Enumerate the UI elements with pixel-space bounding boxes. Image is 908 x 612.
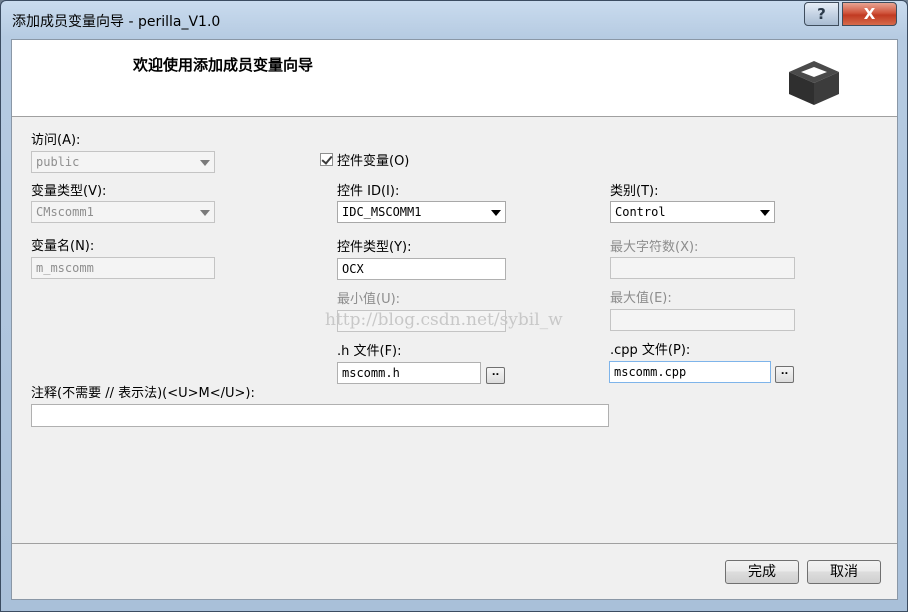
window-title: 添加成员变量向导 - perilla_V1.0 <box>12 14 221 30</box>
var-type-label: 变量类型(V): <box>31 184 107 199</box>
max-value-label: 最大值(E): <box>610 291 672 306</box>
cpp-file-browse-button[interactable]: .. <box>775 366 794 383</box>
comment-input[interactable] <box>31 404 609 427</box>
cpp-file-label: .cpp 文件(P): <box>610 343 691 358</box>
cpp-file-input[interactable]: mscomm.cpp <box>609 361 771 383</box>
max-chars-input[interactable] <box>610 257 795 279</box>
var-type-value: CMscomm1 <box>36 205 94 219</box>
dialog-window: 添加成员变量向导 - perilla_V1.0 ? X 欢迎使用添加成员变量向导… <box>0 0 908 612</box>
var-name-label: 变量名(N): <box>31 239 95 254</box>
control-id-label: 控件 ID(I): <box>337 184 400 199</box>
title-bar[interactable]: 添加成员变量向导 - perilla_V1.0 ? X <box>1 1 907 39</box>
chevron-down-icon <box>200 210 210 216</box>
control-type-label: 控件类型(Y): <box>337 240 412 255</box>
min-value-input[interactable] <box>337 310 506 332</box>
footer-divider <box>12 543 897 544</box>
chevron-down-icon <box>200 160 210 166</box>
box-icon <box>789 61 839 105</box>
cancel-button[interactable]: 取消 <box>807 560 881 584</box>
control-var-checkbox[interactable] <box>320 153 333 166</box>
wizard-title: 欢迎使用添加成员变量向导 <box>133 56 314 74</box>
h-file-input[interactable]: mscomm.h <box>337 362 481 384</box>
max-value-input[interactable] <box>610 309 795 331</box>
control-id-value: IDC_MSCOMM1 <box>342 205 422 219</box>
control-id-select[interactable]: IDC_MSCOMM1 <box>337 201 506 223</box>
help-button[interactable]: ? <box>804 2 839 26</box>
min-value-label: 最小值(U): <box>337 292 401 307</box>
category-label: 类别(T): <box>610 184 659 199</box>
chevron-down-icon <box>760 210 770 216</box>
category-value: Control <box>615 205 666 219</box>
comment-label: 注释(不需要 // 表示法)(<U>M</U>): <box>31 386 255 401</box>
wizard-header: 欢迎使用添加成员变量向导 <box>12 40 897 117</box>
var-type-select[interactable]: CMscomm1 <box>31 201 215 223</box>
access-label: 访问(A): <box>31 133 81 148</box>
close-button[interactable]: X <box>842 2 897 26</box>
control-var-label: 控件变量(O) <box>337 154 410 169</box>
dialog-client-area: 欢迎使用添加成员变量向导 访问(A): public 变量类型(V): CMsc… <box>11 39 898 600</box>
var-name-input[interactable]: m_mscomm <box>31 257 215 279</box>
control-type-input[interactable]: OCX <box>337 258 506 280</box>
chevron-down-icon <box>491 210 501 216</box>
h-file-label: .h 文件(F): <box>337 344 402 359</box>
max-chars-label: 最大字符数(X): <box>610 240 699 255</box>
finish-button[interactable]: 完成 <box>725 560 799 584</box>
h-file-browse-button[interactable]: .. <box>486 367 505 384</box>
category-select[interactable]: Control <box>610 201 775 223</box>
access-value: public <box>36 155 80 169</box>
access-select[interactable]: public <box>31 151 215 173</box>
